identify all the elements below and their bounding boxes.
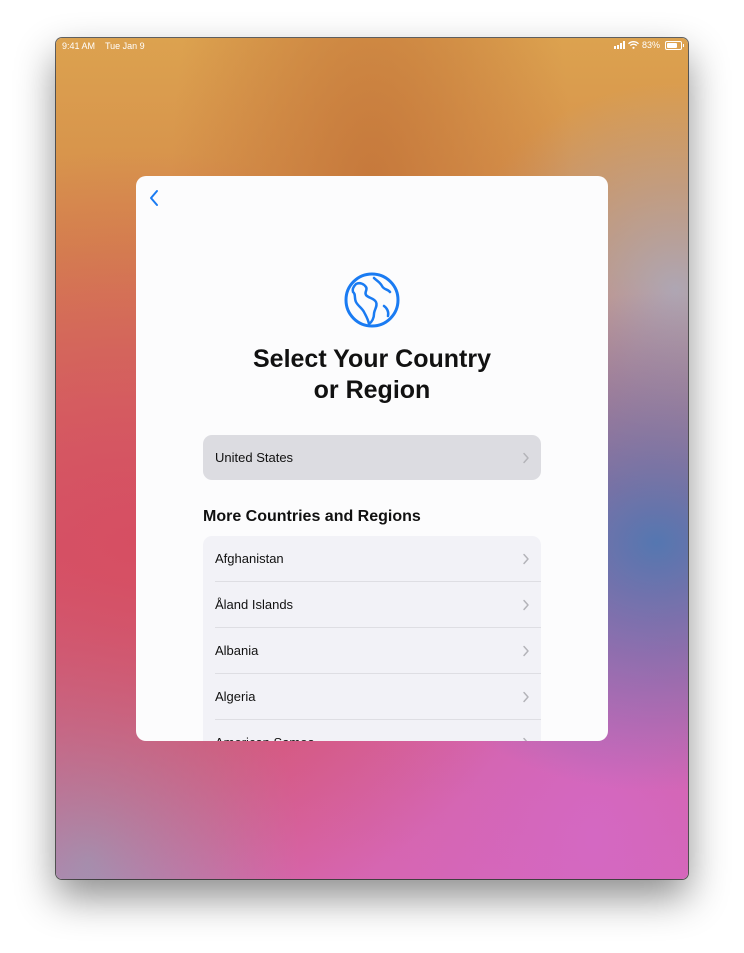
chevron-right-icon (523, 737, 528, 741)
selected-country-label: United States (215, 450, 294, 465)
cellular-signal-icon (613, 41, 625, 49)
status-time: 9:41 AM (62, 41, 96, 51)
status-date: Tue Jan 9 (105, 41, 145, 51)
country-label: Albania (215, 643, 259, 658)
selected-country-row[interactable]: United States (203, 435, 541, 480)
setup-sheet: Select Your Country or Region United Sta… (136, 176, 608, 741)
chevron-right-icon (523, 599, 529, 611)
battery-icon (665, 40, 684, 50)
country-label: Afghanistan (215, 551, 284, 566)
chevron-right-icon (523, 645, 529, 657)
country-list: Afghanistan Åland Islands Albania Algeri… (203, 536, 541, 741)
ipad-screen: 9:41 AM Tue Jan 9 83% Select Your Countr… (56, 38, 688, 879)
list-item[interactable]: American Samoa (203, 720, 541, 741)
page-title-line2: or Region (313, 376, 431, 404)
country-label: American Samoa (215, 720, 315, 741)
list-item[interactable]: Albania (203, 628, 541, 674)
list-item[interactable]: Åland Islands (203, 582, 541, 628)
back-button[interactable] (142, 186, 166, 210)
chevron-right-icon (523, 553, 529, 565)
country-label: Åland Islands (215, 597, 294, 612)
status-indicators: 83% (613, 40, 684, 50)
status-bar: 9:41 AM Tue Jan 9 83% (56, 38, 688, 54)
globe-americas-icon (344, 272, 400, 328)
page-title-line1: Select Your Country (252, 345, 491, 373)
list-item[interactable]: Afghanistan (203, 536, 541, 582)
page-title: Select Your Country or Region (136, 344, 608, 406)
list-item[interactable]: Algeria (203, 674, 541, 720)
chevron-right-icon (523, 691, 529, 703)
country-label: Algeria (215, 689, 256, 704)
chevron-left-icon (150, 190, 158, 206)
wifi-icon (628, 41, 639, 49)
section-header: More Countries and Regions (203, 508, 421, 525)
chevron-right-icon (523, 452, 529, 464)
battery-percentage: 83% (641, 40, 660, 50)
